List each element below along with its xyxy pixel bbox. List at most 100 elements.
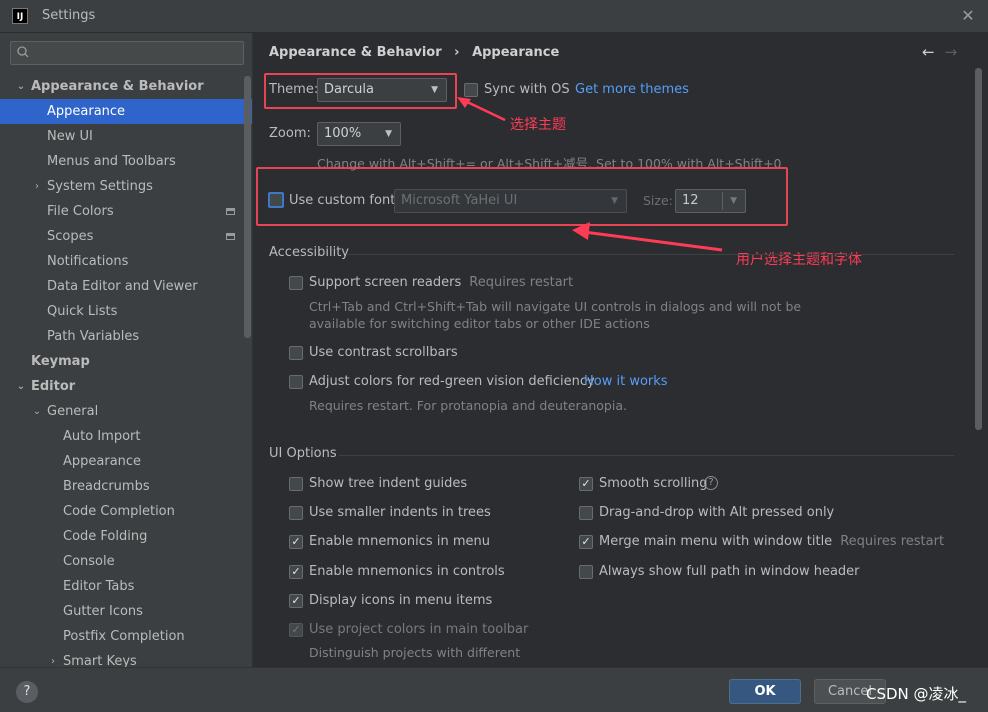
help-context-icon[interactable]: ? bbox=[704, 476, 718, 490]
font-dropdown[interactable]: Microsoft YaHei UI ▼ bbox=[394, 189, 627, 213]
requires-restart-note: Requires restart bbox=[469, 275, 574, 290]
breadcrumb-parent[interactable]: Appearance & Behavior bbox=[269, 45, 442, 60]
dropdown-arrow-icon: ▼ bbox=[730, 196, 737, 206]
sidebar-item-label: Console bbox=[63, 554, 115, 569]
font-size-value: 12 bbox=[682, 193, 699, 208]
sidebar-item-editor-appearance[interactable]: Appearance bbox=[0, 449, 252, 474]
sidebar-item-label: Appearance & Behavior bbox=[31, 79, 204, 94]
mnemonics-menu-label: Enable mnemonics in menu bbox=[309, 534, 490, 549]
get-more-themes-link[interactable]: Get more themes bbox=[575, 82, 689, 97]
sidebar-item-label: Auto Import bbox=[63, 429, 141, 444]
screen-readers-hint-2: available for switching editor tabs or o… bbox=[309, 316, 650, 331]
drag-drop-alt-checkbox[interactable] bbox=[579, 506, 593, 520]
sidebar-item-label: Scopes bbox=[47, 229, 94, 244]
sidebar-item-code-completion[interactable]: Code Completion bbox=[0, 499, 252, 524]
zoom-value: 100% bbox=[324, 126, 362, 141]
chevron-down-icon: ⌄ bbox=[16, 381, 26, 392]
sidebar-item-appearance-behavior[interactable]: ⌄ Appearance & Behavior bbox=[0, 74, 252, 99]
project-colors-checkbox[interactable]: ✓ bbox=[289, 623, 303, 637]
sidebar-item-file-colors[interactable]: File Colors bbox=[0, 199, 252, 224]
sidebar-item-appearance[interactable]: Appearance bbox=[0, 99, 252, 124]
screen-readers-hint-1: Ctrl+Tab and Ctrl+Shift+Tab will navigat… bbox=[309, 299, 802, 314]
annotation-arrow-icon bbox=[457, 97, 506, 122]
sidebar-item-label: Breadcrumbs bbox=[63, 479, 150, 494]
watermark: CSDN @凌冰_ bbox=[866, 685, 967, 703]
mnemonics-controls-label: Enable mnemonics in controls bbox=[309, 564, 505, 579]
zoom-dropdown[interactable]: 100% ▼ bbox=[317, 122, 401, 146]
adjust-colors-checkbox[interactable] bbox=[289, 375, 303, 389]
use-custom-font-checkbox[interactable] bbox=[268, 192, 284, 208]
breadcrumb-separator: › bbox=[454, 45, 460, 60]
font-size-label: Size: bbox=[643, 193, 673, 208]
search-input[interactable] bbox=[10, 41, 244, 65]
contrast-scrollbars-checkbox[interactable] bbox=[289, 346, 303, 360]
smooth-scrolling-checkbox[interactable]: ✓ bbox=[579, 477, 593, 491]
tree-indent-guides-checkbox[interactable] bbox=[289, 477, 303, 491]
sidebar-item-notifications[interactable]: Notifications bbox=[0, 249, 252, 274]
sidebar-item-label: Code Completion bbox=[63, 504, 175, 519]
screen-readers-text: Support screen readers bbox=[309, 275, 462, 290]
sidebar-item-quick-lists[interactable]: Quick Lists bbox=[0, 299, 252, 324]
font-size-field[interactable]: 12 ▼ bbox=[675, 189, 746, 213]
sidebar-item-label: Appearance bbox=[63, 454, 142, 469]
drag-drop-alt-label: Drag-and-drop with Alt pressed only bbox=[599, 505, 835, 520]
sidebar-item-label: Editor bbox=[31, 379, 76, 394]
sidebar-item-smart-keys[interactable]: › Smart Keys bbox=[0, 649, 252, 667]
breadcrumb: Appearance & Behavior › Appearance bbox=[269, 45, 559, 60]
sidebar-item-new-ui[interactable]: New UI bbox=[0, 124, 252, 149]
annotation-select-theme-font: 用户选择主题和字体 bbox=[736, 252, 862, 268]
sidebar-item-label: Path Variables bbox=[47, 329, 140, 344]
smaller-indents-checkbox[interactable] bbox=[289, 506, 303, 520]
sidebar-item-general[interactable]: ⌄ General bbox=[0, 399, 252, 424]
adjust-colors-label: Adjust colors for red-green vision defic… bbox=[309, 374, 595, 389]
help-icon[interactable]: ? bbox=[16, 681, 38, 703]
full-path-header-checkbox[interactable] bbox=[579, 565, 593, 579]
dropdown-arrow-icon: ▼ bbox=[611, 196, 618, 206]
sidebar-item-label: General bbox=[47, 404, 99, 419]
sidebar-item-label: Data Editor and Viewer bbox=[47, 279, 198, 294]
sidebar-item-console[interactable]: Console bbox=[0, 549, 252, 574]
annotation-select-theme: 选择主题 bbox=[510, 117, 566, 133]
annotation-arrow-icon bbox=[572, 222, 723, 252]
sidebar-item-gutter-icons[interactable]: Gutter Icons bbox=[0, 599, 252, 624]
close-icon[interactable]: ✕ bbox=[958, 6, 978, 26]
project-colors-hint: Distinguish projects with different bbox=[309, 645, 521, 660]
sidebar-item-path-variables[interactable]: Path Variables bbox=[0, 324, 252, 349]
accessibility-title: Accessibility bbox=[269, 245, 349, 260]
adjust-colors-hint: Requires restart. For protanopia and deu… bbox=[309, 398, 627, 413]
sidebar-item-label: Menus and Toolbars bbox=[47, 154, 176, 169]
sidebar-item-editor-tabs[interactable]: Editor Tabs bbox=[0, 574, 252, 599]
sidebar-item-label: System Settings bbox=[47, 179, 153, 194]
full-path-header-label: Always show full path in window header bbox=[599, 564, 860, 579]
chevron-down-icon: ⌄ bbox=[16, 81, 26, 92]
mnemonics-menu-checkbox[interactable]: ✓ bbox=[289, 535, 303, 549]
sidebar-item-auto-import[interactable]: Auto Import bbox=[0, 424, 252, 449]
sidebar-item-postfix-completion[interactable]: Postfix Completion bbox=[0, 624, 252, 649]
sidebar-item-breadcrumbs[interactable]: Breadcrumbs bbox=[0, 474, 252, 499]
forward-arrow-icon[interactable]: → bbox=[945, 43, 958, 61]
sidebar-item-code-folding[interactable]: Code Folding bbox=[0, 524, 252, 549]
separator bbox=[346, 254, 954, 255]
merge-main-menu-checkbox[interactable]: ✓ bbox=[579, 535, 593, 549]
mnemonics-controls-checkbox[interactable]: ✓ bbox=[289, 565, 303, 579]
sidebar-item-scopes[interactable]: Scopes bbox=[0, 224, 252, 249]
how-it-works-link[interactable]: How it works bbox=[584, 374, 668, 389]
icons-menu-checkbox[interactable]: ✓ bbox=[289, 594, 303, 608]
merge-main-menu-label: Merge main menu with window title Require… bbox=[599, 534, 944, 549]
sidebar-item-editor[interactable]: ⌄ Editor bbox=[0, 374, 252, 399]
sidebar-item-menus-toolbars[interactable]: Menus and Toolbars bbox=[0, 149, 252, 174]
back-arrow-icon[interactable]: ← bbox=[922, 43, 935, 61]
separator bbox=[339, 455, 954, 456]
window-title: Settings bbox=[42, 8, 96, 23]
sidebar-item-label: Appearance bbox=[47, 104, 126, 119]
sidebar-item-data-editor[interactable]: Data Editor and Viewer bbox=[0, 274, 252, 299]
ok-button[interactable]: OK bbox=[729, 679, 801, 704]
content-scrollbar[interactable] bbox=[975, 68, 982, 430]
breadcrumb-current: Appearance bbox=[472, 45, 560, 60]
sidebar-scrollbar[interactable] bbox=[244, 76, 251, 338]
screen-readers-checkbox[interactable] bbox=[289, 276, 303, 290]
annotation-box-theme bbox=[264, 73, 457, 109]
sidebar-item-keymap[interactable]: Keymap bbox=[0, 349, 252, 374]
sidebar-item-label: Gutter Icons bbox=[63, 604, 143, 619]
sidebar-item-system-settings[interactable]: › System Settings bbox=[0, 174, 252, 199]
